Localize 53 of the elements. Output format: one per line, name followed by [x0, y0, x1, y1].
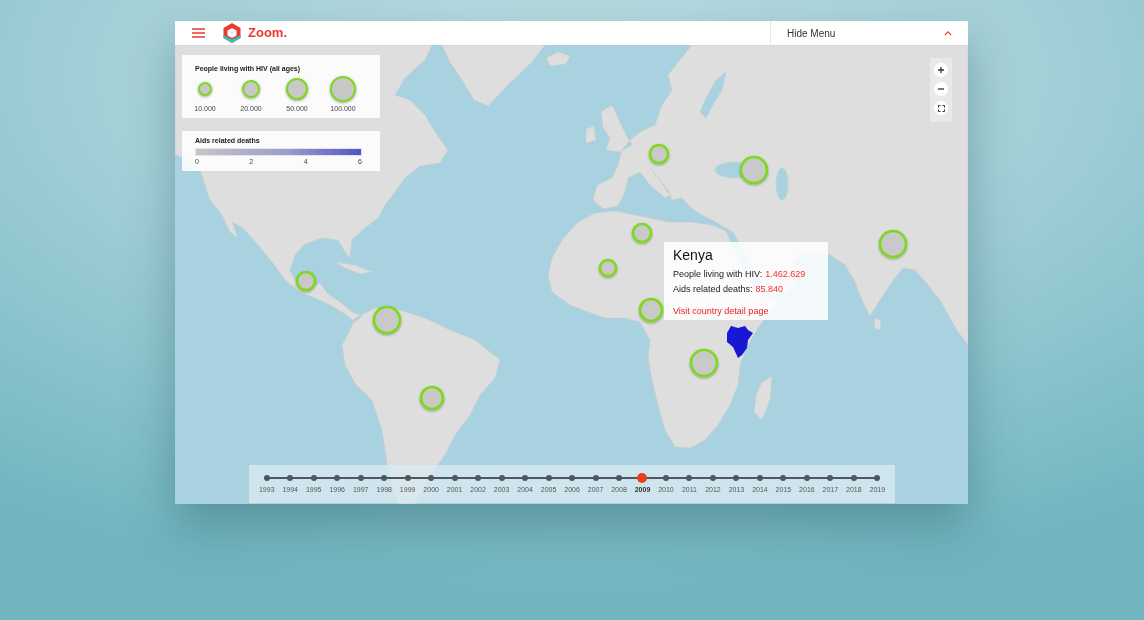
timeline-dot-icon: [263, 475, 270, 481]
bubble-marker[interactable]: [878, 229, 908, 259]
timeline-dot-icon: [545, 475, 552, 481]
timeline-dot-icon: [569, 475, 576, 481]
fullscreen-icon: [937, 104, 945, 112]
stat-value: 85.840: [755, 284, 784, 294]
stat-label: People living with HIV:: [673, 269, 763, 279]
bubble-marker[interactable]: [295, 270, 317, 292]
size-circle-icon: [330, 76, 356, 102]
timeline-dot-icon: [334, 475, 341, 481]
timeline-dot-icon: [592, 475, 599, 481]
brand-name: Zoom.: [248, 25, 287, 41]
highlighted-country-shape[interactable]: [727, 326, 753, 358]
timeline-dot-icon: [451, 475, 458, 481]
timeline-dot-icon: [733, 475, 740, 481]
size-circle-icon: [242, 80, 260, 98]
bubble-marker[interactable]: [419, 385, 445, 411]
timeline-dot-icon: [310, 475, 317, 481]
size-circle-icon: [286, 78, 308, 100]
bubble-marker[interactable]: [638, 297, 664, 323]
size-circle-icon: [198, 82, 212, 96]
minus-icon: [938, 88, 944, 90]
timeline-dot-icon: [709, 475, 716, 481]
timeline-dot-icon: [803, 475, 810, 481]
timeline-dot-icon: [616, 475, 622, 481]
menu-icon: [192, 28, 205, 38]
timeline-dot-icon: [287, 475, 294, 481]
bubble-marker[interactable]: [648, 143, 670, 165]
timeline-dot-icon: [662, 475, 669, 481]
bubble-marker[interactable]: [689, 348, 719, 378]
timeline-dot-icon: [637, 473, 648, 483]
timeline-dot-icon: [404, 475, 411, 481]
plus-icon: [938, 67, 944, 73]
tooltip-title: Kenya: [673, 246, 714, 264]
timeline-dot-icon: [357, 475, 364, 481]
stat-label: Aids related deaths:: [673, 284, 753, 294]
timeline-dot-icon: [686, 475, 693, 481]
timeline-dot-icon: [850, 475, 857, 481]
timeline-dot-icon: [827, 475, 834, 481]
timeline-dot-icon: [780, 475, 787, 481]
bubble-marker[interactable]: [598, 258, 618, 278]
timeline-dot-icon: [522, 475, 529, 481]
timeline-dot-icon: [756, 475, 763, 481]
timeline-dot-icon: [381, 475, 388, 481]
bubble-marker[interactable]: [631, 222, 653, 244]
country-detail-link[interactable]: Visit country detail page: [673, 305, 769, 317]
bubble-marker[interactable]: [372, 305, 402, 335]
timeline-dot-icon: [498, 475, 505, 481]
stat-value: 1.462.629: [765, 269, 806, 279]
bubble-marker[interactable]: [739, 155, 769, 185]
timeline-dot-icon: [874, 475, 881, 481]
timeline-dot-icon: [475, 475, 482, 481]
timeline-dot-icon: [428, 475, 435, 481]
